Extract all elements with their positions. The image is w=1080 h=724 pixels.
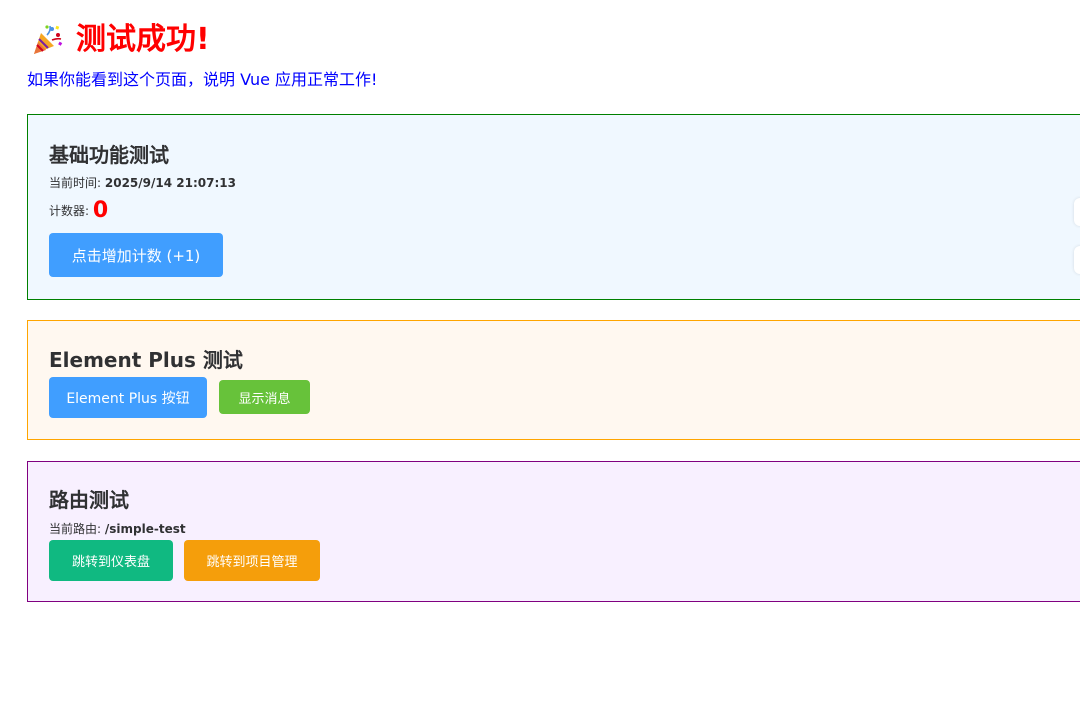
go-to-projects-button[interactable]: 跳转到项目管理 (184, 540, 320, 581)
basic-card-title: 基础功能测试 (49, 143, 169, 167)
route-value: /simple-test (104, 522, 186, 536)
basic-function-card: 基础功能测试 当前时间: 2025/9/14 21:07:13 计数器: 0 点… (27, 114, 1080, 300)
route-label: 当前路由: (49, 522, 102, 536)
time-label: 当前时间: (49, 176, 102, 190)
page-title: 测试成功! (76, 22, 210, 57)
page-header: 测试成功! (30, 20, 210, 60)
page-subtitle: 如果你能看到这个页面，说明 Vue 应用正常工作! (27, 70, 378, 89)
current-time-line: 当前时间: 2025/9/14 21:07:13 (49, 174, 236, 192)
edge-handle-bottom (1074, 246, 1080, 274)
counter-value: 0 (92, 198, 109, 223)
counter-label: 计数器: (49, 204, 90, 218)
router-card: 路由测试 当前路由: /simple-test 跳转到仪表盘 跳转到项目管理 (27, 461, 1080, 602)
increment-counter-button[interactable]: 点击增加计数 (+1) (49, 233, 223, 277)
simple-test-page: 测试成功! 如果你能看到这个页面，说明 Vue 应用正常工作! 基础功能测试 当… (0, 0, 1080, 724)
counter-line: 计数器: 0 (49, 200, 108, 222)
edge-handle-top (1074, 198, 1080, 226)
go-to-dashboard-button[interactable]: 跳转到仪表盘 (49, 540, 173, 581)
show-message-button[interactable]: 显示消息 (219, 380, 310, 414)
router-card-title: 路由测试 (49, 488, 129, 512)
element-plus-card: Element Plus 测试 Element Plus 按钮 显示消息 (27, 320, 1080, 440)
element-plus-button[interactable]: Element Plus 按钮 (49, 377, 207, 418)
current-route-line: 当前路由: /simple-test (49, 520, 186, 538)
party-popper-icon (30, 23, 64, 57)
time-value: 2025/9/14 21:07:13 (104, 176, 236, 190)
element-card-title: Element Plus 测试 (49, 348, 243, 372)
